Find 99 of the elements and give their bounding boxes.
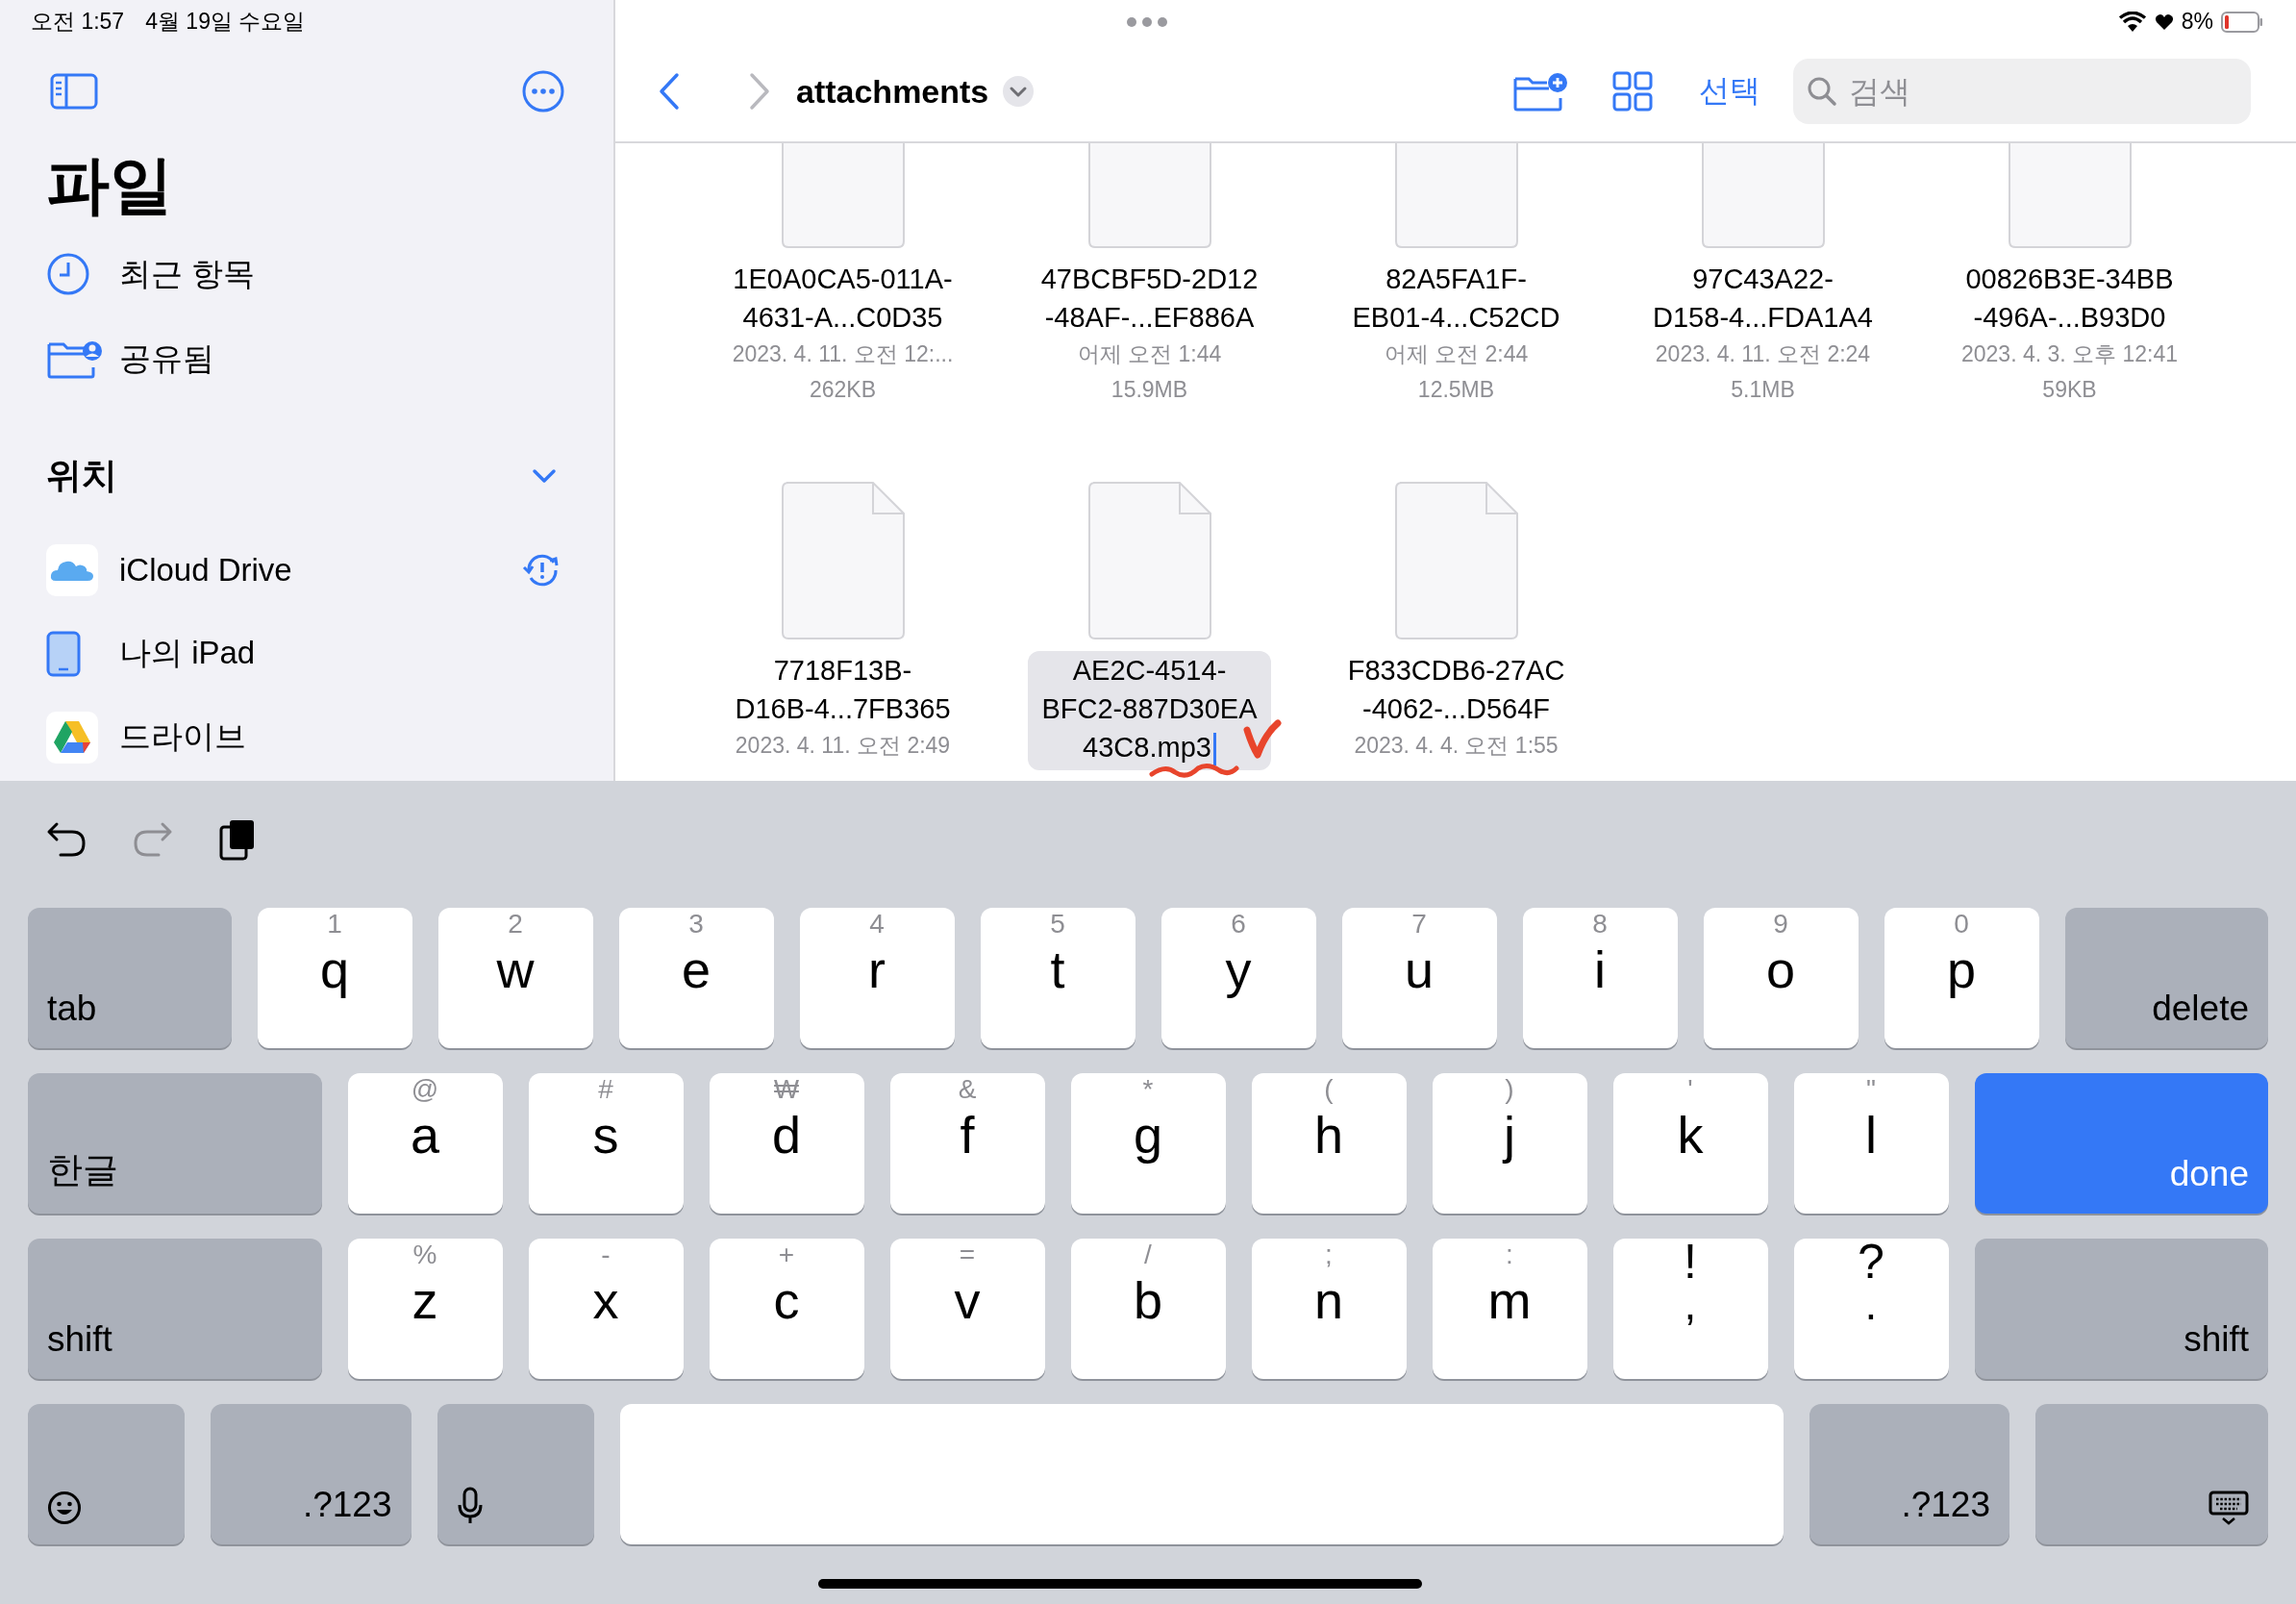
keyboard-key[interactable]: # s (528, 1073, 684, 1214)
document-icon[interactable] (1394, 482, 1518, 639)
keyboard-key[interactable]: 2 w (437, 908, 593, 1048)
keyboard-key[interactable]: / b (1070, 1239, 1226, 1379)
keyboard-key[interactable]: ! , (1612, 1239, 1768, 1379)
undo-icon[interactable] (45, 820, 87, 859)
location-item[interactable]: 나의 iPad (46, 612, 567, 695)
document-icon[interactable] (1087, 482, 1211, 639)
file-name[interactable]: 82A5FA1F- EB01-4...C52CD (1338, 260, 1574, 337)
file-size: 59KB (2042, 376, 2097, 404)
keyboard-key[interactable]: delete (2064, 908, 2268, 1048)
text-cursor (1212, 733, 1216, 766)
keyboard-key[interactable]: ? . (1793, 1239, 1949, 1379)
document-icon[interactable] (781, 482, 905, 639)
file-name[interactable]: 00826B3E-34BB -496A-...B93D0 (1952, 260, 2187, 337)
keyboard-key[interactable]: ' k (1612, 1073, 1768, 1214)
sidebar-item[interactable]: 공유됨 (46, 316, 567, 401)
file-date: 2023. 4. 11. 오전 12:... (732, 340, 954, 368)
hide-keyboard-key[interactable] (2035, 1404, 2268, 1544)
keyboard-key[interactable]: - x (528, 1239, 684, 1379)
keyboard-key[interactable]: % z (347, 1239, 503, 1379)
search-field[interactable]: 검색 (1793, 59, 2251, 124)
file-date: 2023. 4. 11. 오전 2:49 (735, 732, 951, 760)
keyboard-icon (2209, 1491, 2249, 1525)
file-size: 12.5MB (1417, 376, 1495, 404)
file-name[interactable]: 7718F13B- D16B-4...7FB365 (721, 651, 964, 728)
file-name[interactable]: AE2C-4514- BFC2-887D30EA 43C8.mp3 (1028, 651, 1271, 770)
file-size: 262KB (809, 376, 877, 404)
file-name[interactable]: 47BCBF5D-2D12 -48AF-...EF886A (1027, 260, 1272, 337)
location-item[interactable]: 드라이브 (46, 695, 567, 779)
cloud-icon (46, 543, 98, 596)
grid-view-icon[interactable] (1612, 71, 1653, 112)
keyboard-key[interactable]: 9 o (1703, 908, 1859, 1048)
microphone-icon (456, 1487, 484, 1525)
more-icon[interactable] (521, 69, 565, 113)
space-key[interactable] (619, 1404, 1784, 1544)
keyboard-key[interactable]: 1 q (257, 908, 412, 1048)
status-date: 4월 19일 수요일 (145, 8, 306, 36)
dropdown-icon[interactable] (1002, 75, 1036, 108)
paste-icon[interactable] (218, 817, 257, 862)
wifi-icon (2117, 11, 2147, 33)
keyboard-key[interactable]: 0 p (1884, 908, 2039, 1048)
file-name[interactable]: F833CDB6-27AC -4062-...D564F (1334, 651, 1579, 728)
keyboard-key[interactable]: @ a (347, 1073, 503, 1214)
location-item[interactable]: iCloud Drive (46, 528, 567, 612)
emoji-key[interactable] (28, 1404, 185, 1544)
keyboard-key[interactable]: 7 u (1341, 908, 1497, 1048)
sidebar-title: 파일 (46, 148, 174, 222)
keyboard-key[interactable]: 6 y (1160, 908, 1316, 1048)
file-date: 2023. 4. 3. 오후 12:41 (1960, 340, 2178, 368)
keyboard-key[interactable]: shift (28, 1239, 322, 1379)
tablet-icon (46, 630, 81, 677)
file-size: 5.1MB (1731, 376, 1795, 404)
keyboard-key[interactable]: 한글 (28, 1073, 322, 1214)
sidebar-item[interactable]: 최근 항목 (46, 232, 567, 316)
file-date: 어제 오전 1:44 (1077, 340, 1222, 368)
shared-folder-icon (46, 338, 104, 379)
keyboard-key[interactable]: & f (889, 1073, 1045, 1214)
battery-icon (2221, 11, 2263, 33)
smiley-icon (47, 1491, 82, 1525)
keyboard-key[interactable]: " l (1793, 1073, 1949, 1214)
file-name[interactable]: 97C43A22- D158-4...FDA1A4 (1639, 260, 1886, 337)
keyboard-key[interactable]: shift (1974, 1239, 2268, 1379)
status-time: 오전 1:57 (31, 8, 125, 36)
sidebar-toggle-icon[interactable] (50, 73, 98, 110)
keyboard-key[interactable]: ( h (1251, 1073, 1407, 1214)
redo-icon[interactable] (132, 820, 174, 859)
keyboard-key[interactable]: ₩ d (709, 1073, 864, 1214)
file-name[interactable]: 1E0A0CA5-011A- 4631-A...C0D35 (719, 260, 966, 337)
new-folder-icon[interactable] (1512, 71, 1568, 112)
file-date: 어제 오전 2:44 (1384, 340, 1529, 368)
keyboard-key[interactable]: 8 i (1522, 908, 1678, 1048)
forward-icon[interactable] (748, 72, 771, 111)
dictation-key[interactable] (437, 1404, 594, 1544)
keyboard-key[interactable]: ; n (1251, 1239, 1407, 1379)
keyboard-key[interactable]: 3 e (618, 908, 774, 1048)
file-size: 15.9MB (1111, 376, 1188, 404)
done-key[interactable]: done (1974, 1073, 2268, 1214)
heart-icon (2154, 13, 2174, 31)
file-date: 2023. 4. 11. 오전 2:24 (1655, 340, 1871, 368)
section-title: 위치 (46, 455, 117, 497)
keyboard-key[interactable]: = v (889, 1239, 1045, 1379)
keyboard-key[interactable]: .?123 (211, 1404, 412, 1544)
handwritten-check-mark-drawing (1242, 718, 1283, 761)
clock-icon (46, 252, 90, 296)
keyboard-key[interactable]: ) j (1432, 1073, 1587, 1214)
keyboard-key[interactable]: 4 r (799, 908, 955, 1048)
keyboard-key[interactable]: * g (1070, 1073, 1226, 1214)
keyboard-key[interactable]: : m (1432, 1239, 1587, 1379)
keyboard-key[interactable]: .?123 (1809, 1404, 2009, 1544)
file-date: 2023. 4. 4. 오전 1:55 (1354, 732, 1559, 760)
back-icon[interactable] (658, 72, 681, 111)
multitasking-dots-icon[interactable] (1126, 16, 1168, 28)
select-button[interactable]: 선택 (1699, 70, 1760, 113)
keyboard-key[interactable]: + c (709, 1239, 864, 1379)
folder-title: attachments (796, 72, 989, 111)
battery-percent: 8% (2181, 9, 2213, 35)
keyboard-key[interactable]: 5 t (980, 908, 1136, 1048)
keyboard-key[interactable]: tab (28, 908, 232, 1048)
